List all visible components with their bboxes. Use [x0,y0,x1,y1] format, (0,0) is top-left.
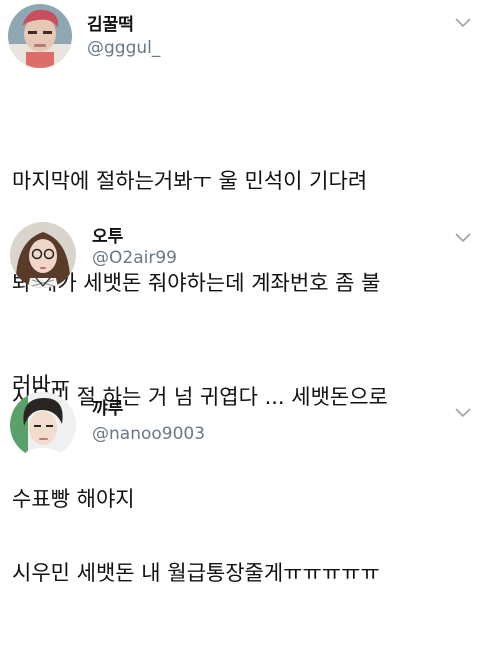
chevron-down-icon[interactable] [455,233,471,243]
avatar[interactable] [10,392,76,458]
handle[interactable]: @nanoo9003 [92,424,205,444]
display-name[interactable]: 김꿀떡 [87,10,134,35]
chevron-down-icon[interactable] [455,408,471,418]
tweet-text-line: 마지막에 절하는거봐ㅜ 울 민석이 기다려 [12,169,368,193]
handle[interactable]: @O2air99 [92,248,177,268]
display-name[interactable]: 꺄루 [92,394,123,419]
tweet-text-line: 시우민 세뱃돈 내 월급통장줄게ㅠㅠㅠㅠㅠ [12,561,380,585]
tweet-text: 시우민 세뱃돈 내 월급통장줄게ㅠㅠㅠㅠㅠ [12,488,472,658]
chevron-down-icon[interactable] [455,18,471,28]
display-name[interactable]: 오투 [92,222,123,247]
avatar[interactable] [8,4,72,68]
tweet-1: 김꿀떡 @gggul_ 마지막에 절하는거봐ㅜ 울 민석이 기다려 봐 내가 세… [0,0,480,397]
tweet-3: 꺄루 @nanoo9003 시우민 세뱃돈 내 월급통장줄게ㅠㅠㅠㅠㅠ [0,390,480,585]
avatar[interactable] [10,222,76,288]
handle[interactable]: @gggul_ [87,38,160,58]
tweet-2: 오투 @O2air99 시우민 절 하는 거 넘 귀엽다 ... 세뱃돈으로 수… [0,210,480,511]
